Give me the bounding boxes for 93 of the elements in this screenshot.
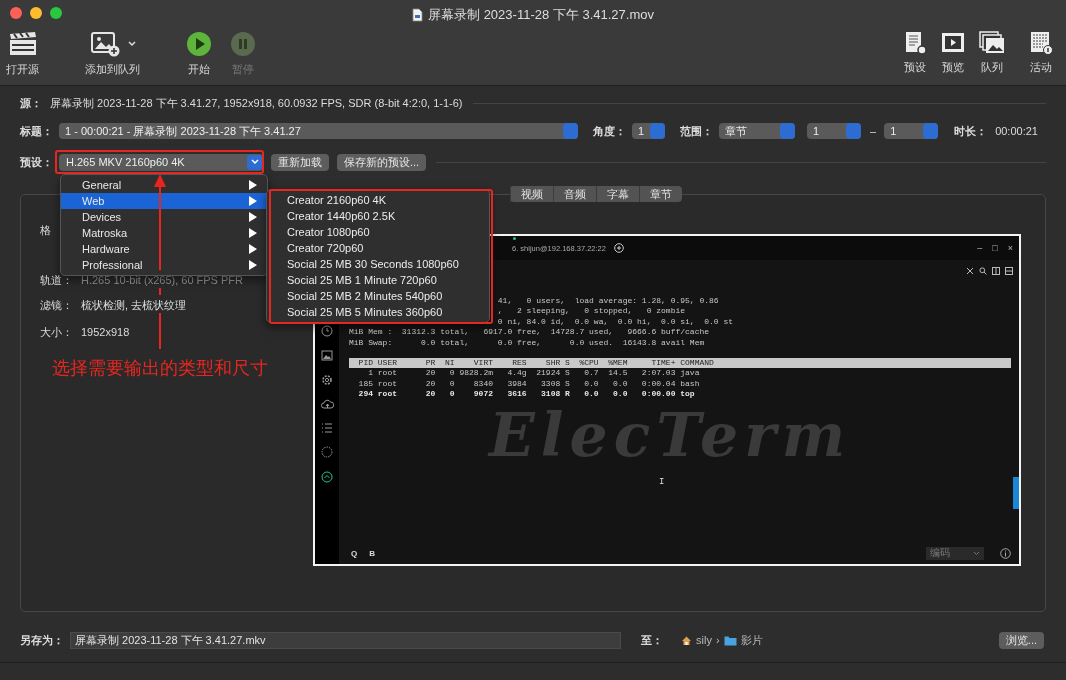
preset-action-button[interactable]: 重新加载 bbox=[271, 153, 329, 171]
angle-label: 角度： bbox=[593, 123, 626, 139]
browse-button[interactable]: 浏览... bbox=[998, 631, 1044, 649]
window-control[interactable]: – bbox=[977, 243, 983, 253]
menu-item[interactable]: Social 25 MB 30 Seconds 1080p60 bbox=[267, 256, 489, 272]
range-end-select[interactable]: 1 bbox=[884, 123, 939, 139]
menu-item[interactable]: Creator 2160p60 4K bbox=[267, 192, 489, 208]
menu-item[interactable]: Creator 720p60 bbox=[267, 240, 489, 256]
angle-select[interactable]: 1 bbox=[632, 123, 665, 139]
path-separator: › bbox=[715, 634, 720, 646]
expand-icon[interactable] bbox=[966, 267, 974, 275]
summary-label: 大小： bbox=[40, 324, 73, 340]
process-table-header: PID USER PR NI VIRT RES SHR S %CPU %MEM TIME+ COMMAND bbox=[349, 357, 1011, 369]
range-type-select[interactable]: 章节 bbox=[719, 123, 795, 139]
add-toolbar-button[interactable]: 添加到队列 bbox=[83, 26, 142, 77]
close-button[interactable] bbox=[10, 7, 22, 19]
menu-item[interactable]: General bbox=[61, 177, 267, 193]
summary-label: 轨道： bbox=[40, 272, 73, 288]
terminal-line: 0 ni, 84.0 id, 0.0 wa, 0.0 hi, 0.0 si, 0.0 st bbox=[497, 316, 734, 326]
terminal-line: , 2 sleeping, 0 stopped, 0 zombie bbox=[497, 306, 686, 316]
status-dot bbox=[513, 237, 516, 240]
preset-label: 预设： bbox=[20, 154, 53, 170]
log-info-icon[interactable] bbox=[1028, 30, 1054, 56]
window-title: 屏幕录制 2023-11-28 下午 3.41.27.mov bbox=[428, 6, 654, 24]
menu-item[interactable]: Devices bbox=[61, 209, 267, 225]
preset-action-button[interactable]: 保存新的预设... bbox=[337, 153, 427, 171]
minimize-button[interactable] bbox=[30, 7, 42, 19]
photo-stack-icon[interactable] bbox=[978, 30, 1006, 56]
clapperboard-icon[interactable] bbox=[7, 31, 38, 57]
save-as-label: 另存为： bbox=[20, 632, 64, 648]
terminal-line: 41, 0 users, load average: 1.28, 0.95, 0.86 bbox=[497, 296, 719, 305]
process-row-text: 185 root 20 0 8340 3984 3308 S 0.0 0.0 0:00.04 bash bbox=[357, 378, 701, 390]
source-info: 屏幕录制 2023-11-28 下午 3.41.27, 1952x918, 60.0932 FPS, SDR (8-bit 4:2:0, 1-1-6) bbox=[50, 95, 463, 111]
preview-toolbar-button[interactable]: 预览 bbox=[938, 26, 968, 75]
path-item[interactable]: 影片 bbox=[740, 632, 763, 648]
summary-value: H.265 10-bit (x265), 60 FPS PFR bbox=[81, 274, 243, 286]
menu-item[interactable]: Hardware bbox=[61, 241, 267, 257]
split-icon[interactable] bbox=[1005, 267, 1013, 275]
home-icon[interactable] bbox=[681, 634, 692, 646]
process-row-text: 1 root 20 0 9828.2m 4.4g 21924 S 0.7 14.5 2:07.03 java bbox=[367, 368, 701, 379]
queue-toolbar-button[interactable]: 队列 bbox=[976, 26, 1008, 75]
terminal-toggle-button[interactable]: Q bbox=[351, 548, 358, 558]
source-label: 源： bbox=[20, 95, 42, 111]
terminal-line: MiB Swap: 0.0 total, 0.0 free, 0.0 used. 16143.8 avail Mem bbox=[349, 337, 705, 347]
summary-label: 滤镜： bbox=[40, 297, 73, 313]
menu-item[interactable]: Matroska bbox=[61, 225, 267, 241]
destination-label: 至： bbox=[641, 632, 663, 648]
document-icon bbox=[412, 8, 424, 22]
menu-item[interactable]: Professional bbox=[61, 257, 267, 273]
chevron-up-icon[interactable] bbox=[321, 471, 333, 483]
open-toolbar-button[interactable]: 打开源 bbox=[4, 26, 41, 77]
zoom-button[interactable] bbox=[50, 7, 62, 19]
menu-item[interactable]: Social 25 MB 1 Minute 720p60 bbox=[267, 272, 489, 288]
caret-icon[interactable] bbox=[126, 40, 137, 48]
text-cursor: I bbox=[659, 477, 665, 488]
cloud-icon[interactable] bbox=[320, 399, 334, 410]
process-row-text: 294 root 20 0 9072 3616 3108 R 0.0 0.0 0:00.00 top bbox=[357, 389, 696, 400]
folder-icon[interactable] bbox=[723, 634, 737, 646]
chevron-down-icon[interactable] bbox=[973, 550, 980, 556]
title-label: 标题： bbox=[20, 123, 53, 139]
summary-label: 格 bbox=[40, 222, 51, 238]
split-icon[interactable] bbox=[992, 267, 1000, 275]
preset-select[interactable]: H.265 MKV 2160p60 4K bbox=[59, 153, 263, 171]
menu-item[interactable]: Social 25 MB 5 Minutes 360p60 bbox=[267, 304, 489, 320]
range-dash: – bbox=[870, 125, 877, 137]
summary-value: 1952x918 bbox=[81, 326, 130, 338]
play-icon[interactable] bbox=[186, 31, 212, 57]
duration-label: 时长： bbox=[954, 123, 988, 139]
range-label: 范围： bbox=[680, 123, 713, 139]
image-icon[interactable] bbox=[321, 350, 333, 361]
window-control[interactable]: □ bbox=[992, 243, 998, 253]
duration-value: 00:00:21 bbox=[995, 125, 1038, 137]
summary-value: 梳状检测, 去梳状纹理 bbox=[81, 297, 187, 313]
window-control[interactable]: × bbox=[1007, 243, 1013, 253]
title-select[interactable]: 1 - 00:00:21 - 屏幕录制 2023-11-28 下午 3.41.27 bbox=[59, 123, 578, 139]
menu-item[interactable]: Web bbox=[61, 193, 267, 209]
annotation-text: 选择需要输出的类型和尺寸 bbox=[52, 357, 268, 380]
info-icon[interactable] bbox=[1000, 547, 1011, 559]
menu-item[interactable]: Social 25 MB 2 Minutes 540p60 bbox=[267, 288, 489, 304]
path-item[interactable]: sily bbox=[696, 634, 712, 646]
range-start-select[interactable]: 1 bbox=[807, 123, 861, 139]
presets-toolbar-button[interactable]: 预设 bbox=[900, 26, 930, 75]
menu-item[interactable]: Creator 1080p60 bbox=[267, 224, 489, 240]
start-toolbar-button[interactable]: 开始 bbox=[184, 26, 214, 77]
activity-toolbar-button[interactable]: 活动 bbox=[1026, 26, 1056, 75]
scrollbar-thumb[interactable] bbox=[1013, 477, 1019, 509]
terminal-line: MiB Mem : 31312.3 total, 6917.0 free, 14728.7 used, 9666.6 buff/cache bbox=[349, 327, 710, 337]
clock-icon[interactable] bbox=[321, 325, 333, 337]
menu-item[interactable]: Creator 1440p60 2.5K bbox=[267, 208, 489, 224]
file-name-field[interactable]: 屏幕录制 2023-11-28 下午 3.41.27.mkv bbox=[70, 631, 621, 649]
settings-icon[interactable] bbox=[321, 374, 333, 386]
search-icon[interactable] bbox=[979, 267, 987, 275]
terminal-toggle-button[interactable]: B bbox=[369, 548, 375, 558]
